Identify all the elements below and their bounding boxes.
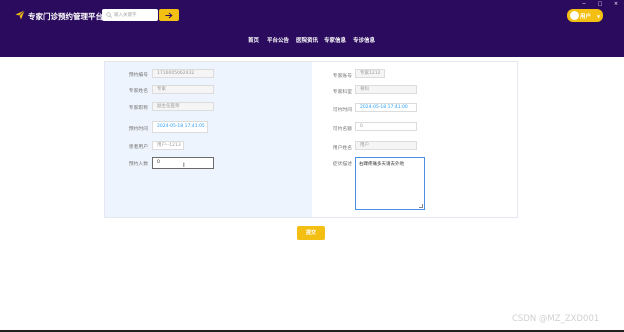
search-placeholder: 输入关键字: [114, 13, 137, 18]
arrow-right-icon: [165, 12, 173, 18]
label-appointment-time: 预约时间: [128, 127, 148, 132]
label-expert-name: 专家姓名: [128, 89, 148, 94]
label-expert-department: 专家科室: [332, 90, 352, 95]
nav-experts[interactable]: 专家信息: [324, 36, 346, 44]
close-button[interactable]: ×: [608, 0, 624, 8]
appointment-time-field[interactable]: 2024-05-18 17:41:05: [152, 121, 208, 133]
symptom-text: 右踝疼痛多天请去外地: [359, 162, 404, 167]
user-label: 用户: [580, 14, 592, 20]
label-patient-user: 患者用户: [128, 145, 148, 150]
app-title: 专家门诊预约管理平台: [28, 12, 103, 21]
user-menu-button[interactable]: 用户 ▼: [567, 9, 603, 22]
available-slots-field: 0: [355, 122, 417, 131]
top-header: 专家门诊预约管理平台 输入关键字 − □ × 用户 ▼ 首页 平台公告 医院资讯…: [0, 0, 624, 57]
paper-plane-icon: [15, 10, 25, 20]
submit-button[interactable]: 提交: [297, 226, 325, 240]
label-appointment-no: 预约编号: [128, 73, 148, 78]
watermark: CSDN @MZ_ZXD001: [512, 314, 600, 324]
label-expert-title: 专家职称: [128, 106, 148, 111]
avatar: [570, 11, 579, 20]
resize-handle-icon[interactable]: [419, 204, 423, 208]
symptom-description-textarea[interactable]: 右踝疼痛多天请去外地: [355, 157, 425, 210]
minimize-button[interactable]: −: [576, 0, 592, 8]
expert-department-field: 骨科: [355, 85, 417, 94]
expert-title-field: 副主任医师: [152, 102, 214, 111]
label-appointment-count: 预约人数: [128, 162, 148, 167]
available-time-field: 2024-05-18 17:41:00: [355, 103, 417, 112]
maximize-button[interactable]: □: [592, 0, 608, 8]
expert-name-field: 专家: [152, 85, 214, 94]
label-user-name: 用户姓名: [332, 146, 352, 151]
chevron-down-icon: ▼: [597, 13, 601, 19]
text-cursor-icon: Ι: [183, 162, 185, 169]
main-nav: 首页 平台公告 医院资讯 专家信息 专诊信息: [0, 36, 624, 46]
nav-hospital-news[interactable]: 医院资讯: [296, 36, 318, 44]
search-icon: [106, 11, 112, 18]
label-symptom-description: 症状描述: [332, 162, 352, 167]
label-available-time: 可约时间: [332, 108, 352, 113]
appointment-no-field: 1716005062432: [152, 69, 214, 78]
search-input[interactable]: 输入关键字: [102, 9, 158, 21]
user-name-field: 用户: [355, 141, 417, 150]
label-available-slots: 可约名额: [332, 127, 352, 132]
expert-account-field: 专家1212: [355, 69, 385, 78]
nav-specialist-clinic[interactable]: 专诊信息: [353, 36, 375, 44]
window-controls: − □ ×: [576, 0, 624, 8]
nav-home[interactable]: 首页: [248, 36, 259, 44]
nav-announcements[interactable]: 平台公告: [267, 36, 289, 44]
patient-user-field: 用户--1213: [152, 141, 184, 150]
search-button[interactable]: [159, 9, 179, 21]
label-expert-account: 专家账号: [332, 74, 352, 79]
